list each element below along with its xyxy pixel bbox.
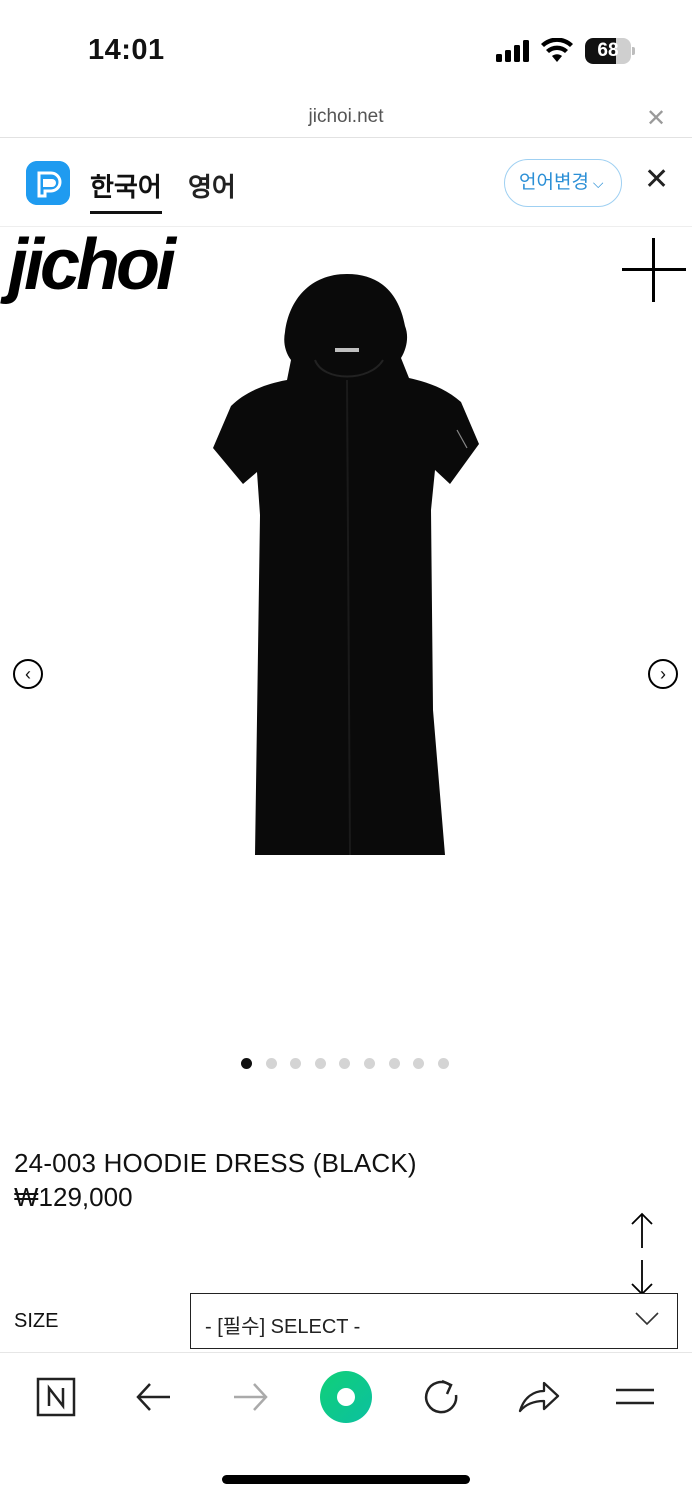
size-select[interactable]: - [필수] SELECT - bbox=[190, 1293, 678, 1349]
pager-dot[interactable] bbox=[339, 1058, 351, 1069]
wifi-icon bbox=[541, 38, 573, 62]
url-text[interactable]: jichoi.net bbox=[0, 106, 692, 128]
pager-dot[interactable] bbox=[437, 1058, 449, 1069]
browser-url-bar[interactable]: jichoi.net ✕ bbox=[0, 100, 692, 138]
pager-dot[interactable] bbox=[388, 1058, 400, 1069]
chevron-down-icon bbox=[635, 1312, 659, 1326]
pager-dot[interactable] bbox=[265, 1058, 277, 1069]
size-select-value: - [필수] SELECT - bbox=[205, 1316, 361, 1338]
translate-close-icon[interactable]: ✕ bbox=[644, 165, 669, 195]
translate-bar: 한국어 영어 언어변경 ⌵ ✕ bbox=[0, 139, 692, 227]
scroll-up-icon[interactable] bbox=[630, 1212, 654, 1250]
change-language-label: 언어변경 bbox=[519, 172, 589, 193]
pager-dot[interactable] bbox=[364, 1058, 375, 1069]
scroll-down-icon[interactable] bbox=[630, 1258, 654, 1296]
product-title: 24-003 HOODIE DRESS (BLACK) bbox=[14, 1148, 417, 1178]
plus-menu-icon[interactable] bbox=[622, 238, 686, 302]
active-tab-underline bbox=[90, 211, 162, 214]
papago-translate-icon bbox=[26, 161, 70, 205]
chevron-down-icon: ⌵ bbox=[592, 175, 604, 191]
forward-icon[interactable] bbox=[226, 1373, 274, 1421]
status-bar: 14:01 68 bbox=[0, 0, 692, 100]
size-label: SIZE bbox=[14, 1310, 59, 1332]
pager-dot[interactable] bbox=[413, 1058, 425, 1069]
home-indicator[interactable] bbox=[222, 1475, 470, 1484]
battery-indicator: 68 bbox=[585, 38, 635, 64]
pager-dot[interactable] bbox=[290, 1058, 302, 1069]
product-image bbox=[213, 274, 479, 856]
cellular-signal-icon bbox=[496, 40, 529, 62]
green-dot-icon[interactable] bbox=[318, 1369, 374, 1425]
naver-icon[interactable] bbox=[33, 1373, 81, 1421]
share-icon[interactable] bbox=[514, 1373, 562, 1421]
site-logo[interactable]: jichoi bbox=[8, 224, 176, 306]
product-price: ₩129,000 bbox=[14, 1182, 133, 1212]
source-language-tab[interactable]: 한국어 bbox=[90, 167, 162, 204]
target-language-tab[interactable]: 영어 bbox=[188, 167, 236, 204]
next-image-icon[interactable]: › bbox=[648, 659, 678, 689]
previous-image-icon[interactable]: ‹ bbox=[13, 659, 43, 689]
reload-icon[interactable] bbox=[418, 1373, 466, 1421]
change-language-button[interactable]: 언어변경 ⌵ bbox=[504, 159, 622, 207]
pager-dot[interactable] bbox=[314, 1058, 326, 1069]
back-icon[interactable] bbox=[130, 1373, 178, 1421]
image-pager bbox=[241, 1058, 461, 1070]
browser-toolbar bbox=[0, 1352, 692, 1444]
menu-icon[interactable] bbox=[612, 1373, 660, 1421]
url-close-icon[interactable]: ✕ bbox=[646, 104, 666, 133]
pager-dot[interactable] bbox=[241, 1058, 252, 1069]
status-time: 14:01 bbox=[88, 34, 165, 66]
battery-level: 68 bbox=[597, 40, 619, 61]
